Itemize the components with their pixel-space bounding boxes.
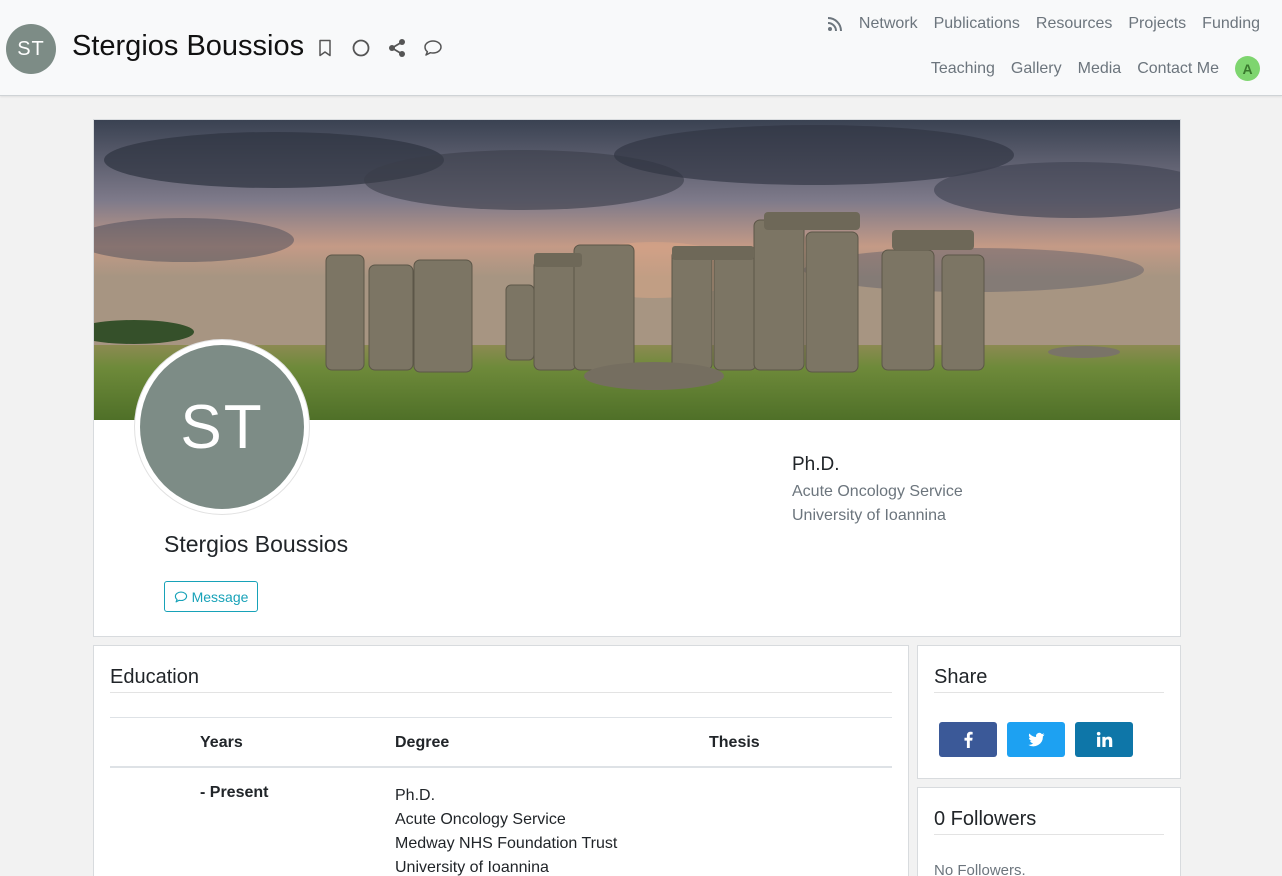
rss-icon[interactable]: [827, 16, 843, 32]
bookmark-icon[interactable]: [314, 37, 336, 59]
nav-projects[interactable]: Projects: [1128, 15, 1186, 33]
header-name[interactable]: Stergios Boussios: [72, 30, 304, 63]
nav-row-primary: Network Publications Resources Projects …: [827, 15, 1260, 33]
top-navbar: ST Stergios Boussios Network Publication…: [0, 0, 1282, 96]
circle-icon[interactable]: [350, 37, 372, 59]
column-header-thesis: Thesis: [709, 734, 760, 751]
nav-media[interactable]: Media: [1078, 60, 1122, 78]
table-border: [110, 717, 892, 718]
table-cell-years: - Present: [200, 784, 269, 801]
column-header-degree: Degree: [395, 734, 450, 751]
linkedin-icon: [1096, 731, 1112, 747]
nav-contact-me[interactable]: Contact Me: [1137, 60, 1219, 78]
followers-card: 0 Followers No Followers.: [917, 787, 1181, 876]
degree-line: University of Ioannina: [395, 859, 549, 876]
comment-icon: [174, 591, 187, 602]
nav-row-secondary: Teaching Gallery Media Contact Me A: [931, 56, 1260, 81]
profile-name: Stergios Boussios: [164, 531, 349, 557]
share-facebook-button[interactable]: [939, 722, 997, 757]
profile-avatar[interactable]: ST: [135, 340, 309, 514]
nav-publications[interactable]: Publications: [934, 15, 1020, 33]
profile-university: University of Ioannina: [792, 507, 946, 524]
table-header-border: [110, 766, 892, 768]
nav-gallery[interactable]: Gallery: [1011, 60, 1062, 78]
nav-teaching[interactable]: Teaching: [931, 60, 995, 78]
profile-avatar-initials: ST: [140, 345, 304, 509]
user-menu-avatar[interactable]: A: [1235, 56, 1260, 81]
share-card: Share: [917, 645, 1181, 779]
nav-network[interactable]: Network: [859, 15, 918, 33]
header-actions: [314, 37, 444, 59]
column-header-years: Years: [200, 734, 243, 751]
nav-funding[interactable]: Funding: [1202, 15, 1260, 33]
share-title: Share: [934, 666, 988, 688]
divider: [934, 834, 1164, 835]
table-cell-degree: Ph.D. Acute Oncology Service Medway NHS …: [395, 784, 617, 876]
share-twitter-button[interactable]: [1007, 722, 1065, 757]
twitter-icon: [1027, 732, 1044, 747]
education-title: Education: [110, 666, 199, 688]
degree-line: Medway NHS Foundation Trust: [395, 835, 618, 852]
profile-department: Acute Oncology Service: [792, 483, 963, 500]
followers-title: 0 Followers: [934, 808, 1037, 830]
divider: [934, 692, 1164, 693]
profile-degree: Ph.D.: [792, 454, 840, 475]
comment-icon[interactable]: [422, 37, 444, 59]
share-linkedin-button[interactable]: [1075, 722, 1133, 757]
share-icon[interactable]: [386, 37, 408, 59]
facebook-icon: [963, 731, 973, 748]
nav-resources[interactable]: Resources: [1036, 15, 1112, 33]
profile-card: ST Stergios Boussios Message Ph.D. Acute…: [93, 119, 1181, 637]
message-button-label: Message: [191, 588, 249, 605]
degree-line: Ph.D.: [395, 787, 436, 804]
divider: [110, 692, 892, 693]
education-card: Education Years Degree Thesis - Present …: [93, 645, 909, 876]
degree-line: Acute Oncology Service: [395, 811, 566, 828]
message-button[interactable]: Message: [164, 581, 258, 612]
followers-empty-text: No Followers.: [934, 862, 1026, 876]
header-avatar[interactable]: ST: [6, 24, 56, 74]
